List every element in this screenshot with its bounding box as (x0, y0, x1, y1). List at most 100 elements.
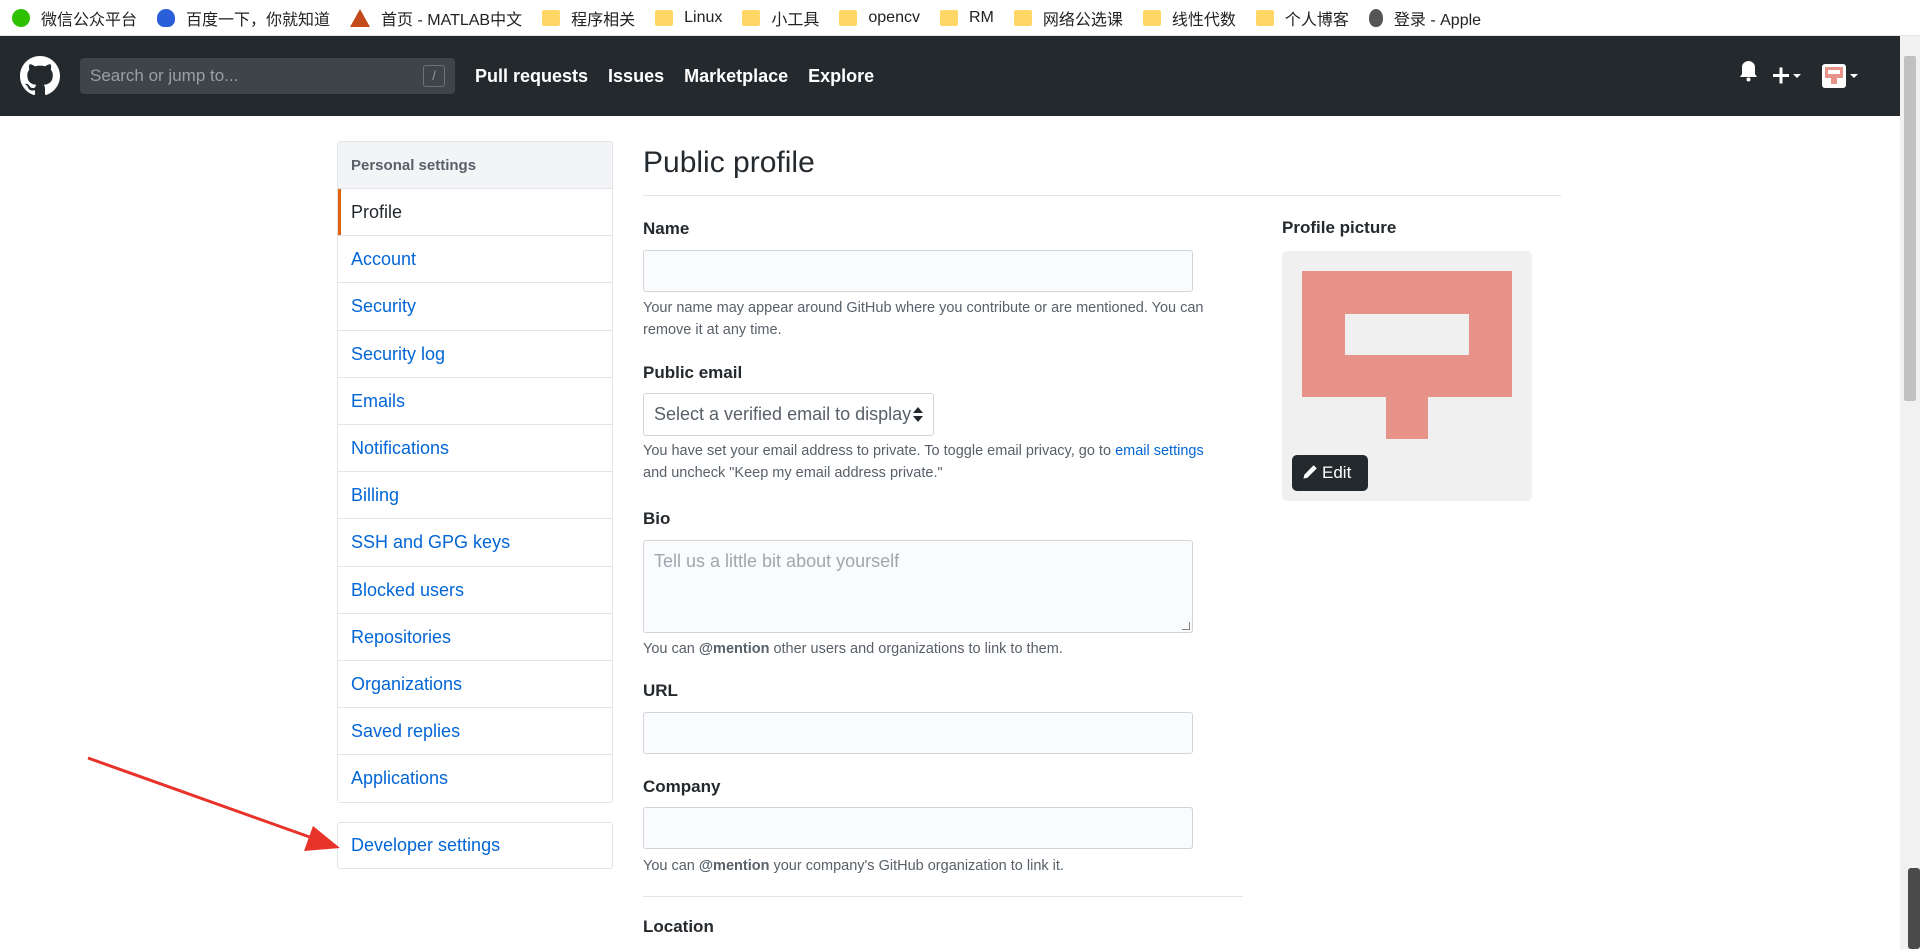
public-email-select-value: Select a verified email to display (654, 404, 912, 424)
public-email-label: Public email (643, 363, 743, 382)
url-label: URL (643, 681, 678, 700)
search-input[interactable]: Search or jump to... / (80, 58, 455, 94)
location-label: Location (643, 917, 714, 936)
sidebar-item-applications[interactable]: Applications (338, 755, 612, 802)
bookmark-label: RM (968, 8, 994, 26)
page: { "bookmarks": [ {"label": "微信公众平台", "ic… (0, 0, 1920, 949)
sidebar-item-notifications[interactable]: Notifications (338, 425, 612, 473)
email-note: You have set your email address to priva… (643, 440, 1223, 484)
email-note-text-end: and uncheck "Keep my email address priva… (643, 465, 943, 481)
company-note-text-end: your company's GitHub organization to li… (769, 858, 1064, 874)
site-header: Search or jump to... / Pull requests Iss… (0, 36, 1900, 116)
bookmark-label: opencv (868, 8, 920, 26)
folder-icon (839, 9, 858, 26)
name-field[interactable] (643, 250, 1193, 292)
bookmark-label: 首页 - MATLAB中文 (381, 11, 523, 29)
public-email-select[interactable]: Select a verified email to display (643, 393, 934, 436)
company-note-mention: @mention (698, 858, 770, 874)
folder-icon (655, 9, 674, 26)
folder-icon (542, 9, 561, 26)
bookmark-label: 微信公众平台 (41, 11, 138, 29)
github-logo-icon[interactable] (20, 56, 60, 96)
url-field[interactable] (643, 712, 1193, 754)
section-divider (643, 896, 1243, 897)
avatar-menu[interactable] (1822, 64, 1858, 88)
bookmark-folder[interactable]: 线性代数 (1142, 6, 1236, 30)
sidebar-item-blocked-users[interactable]: Blocked users (338, 567, 612, 614)
bookmark-label: Linux (684, 8, 723, 26)
bell-icon[interactable] (1740, 61, 1757, 82)
bookmark-label: 线性代数 (1171, 11, 1236, 29)
sidebar-item-saved-replies[interactable]: Saved replies (338, 708, 612, 756)
scrollbar-thumb[interactable] (1904, 56, 1916, 401)
search-shortcut-badge: / (423, 65, 445, 87)
bio-note-text: You can (643, 641, 699, 657)
email-note-text: You have set your email address to priva… (643, 443, 1116, 459)
wechat-icon (12, 8, 30, 27)
settings-sidebar: Personal settings Profile Account Securi… (337, 141, 613, 804)
plus-icon[interactable] (1773, 67, 1801, 84)
apple-icon (1368, 8, 1383, 27)
sidebar-item-billing[interactable]: Billing (338, 472, 612, 520)
nav-explore[interactable]: Explore (808, 66, 874, 87)
bio-note-mention: @mention (698, 641, 770, 657)
bookmark-item[interactable]: 微信公众平台 (12, 6, 137, 30)
nav-marketplace[interactable]: Marketplace (684, 66, 788, 87)
resize-grip-icon[interactable] (1182, 622, 1190, 630)
select-caret-icon (913, 404, 923, 424)
folder-icon (1255, 9, 1274, 26)
sidebar-item-developer-settings[interactable]: Developer settings (337, 822, 613, 869)
sidebar-item-repositories[interactable]: Repositories (338, 614, 612, 661)
sidebar-item-security-log[interactable]: Security log (338, 331, 612, 378)
overlay-meter-widget (1908, 868, 1920, 949)
bookmark-label: 网络公选课 (1042, 11, 1123, 29)
sidebar-heading: Personal settings (338, 142, 612, 189)
company-note-text: You can (643, 858, 699, 874)
email-settings-link[interactable]: email settings (1115, 443, 1204, 459)
bookmark-folder[interactable]: Linux (655, 9, 722, 27)
bookmark-item[interactable]: 登录 - Apple (1368, 6, 1481, 30)
name-note: Your name may appear around GitHub where… (643, 300, 1204, 338)
bookmark-folder[interactable]: 网络公选课 (1013, 6, 1123, 30)
company-field[interactable] (643, 807, 1193, 849)
bookmark-label: 个人博客 (1284, 11, 1349, 29)
folder-icon (939, 9, 958, 26)
baidu-icon (157, 8, 176, 27)
bio-note: You can @mention other users and organiz… (643, 638, 1223, 660)
folder-icon (1013, 9, 1032, 26)
chevron-down-icon (1850, 74, 1858, 78)
folder-icon (742, 9, 761, 26)
bookmark-item[interactable]: 首页 - MATLAB中文 (350, 6, 522, 30)
bio-textarea[interactable]: Tell us a little bit about yourself (643, 540, 1193, 633)
bookmark-item[interactable]: 百度一下，你就知道 (157, 6, 330, 30)
search-placeholder: Search or jump to... (90, 66, 239, 85)
bio-note-text-end: other users and organizations to link to… (769, 641, 1063, 657)
nav-pull-requests[interactable]: Pull requests (475, 66, 588, 87)
sidebar-item-organizations[interactable]: Organizations (338, 661, 612, 709)
company-note: You can @mention your company's GitHub o… (643, 855, 1223, 877)
bookmark-folder[interactable]: 小工具 (742, 6, 819, 30)
sidebar-item-profile[interactable]: Profile (338, 189, 612, 237)
sidebar-item-account[interactable]: Account (338, 236, 612, 284)
name-label: Name (643, 219, 690, 238)
header-actions (1740, 61, 1858, 88)
company-label: Company (643, 777, 721, 796)
bookmark-label: 小工具 (771, 11, 820, 29)
bookmark-folder[interactable]: RM (939, 8, 994, 27)
bookmarks-bar: 微信公众平台 百度一下，你就知道 首页 - MATLAB中文 程序相关 Linu… (0, 0, 1920, 36)
matlab-icon (350, 8, 371, 27)
page-title: Public profile (643, 146, 815, 179)
bookmark-label: 百度一下，你就知道 (186, 11, 331, 29)
edit-avatar-button[interactable]: Edit (1292, 455, 1368, 491)
page-scrollbar[interactable] (1900, 36, 1920, 949)
bookmark-folder[interactable]: 个人博客 (1255, 6, 1349, 30)
profile-picture-label: Profile picture (1282, 218, 1397, 237)
sidebar-item-ssh-gpg-keys[interactable]: SSH and GPG keys (338, 519, 612, 567)
bookmark-folder[interactable]: 程序相关 (542, 6, 635, 30)
bio-placeholder: Tell us a little bit about yourself (654, 551, 900, 571)
sidebar-item-emails[interactable]: Emails (338, 378, 612, 425)
nav-issues[interactable]: Issues (608, 66, 664, 87)
pencil-icon (1303, 465, 1317, 479)
bookmark-folder[interactable]: opencv (839, 9, 920, 27)
sidebar-item-security[interactable]: Security (338, 283, 612, 331)
